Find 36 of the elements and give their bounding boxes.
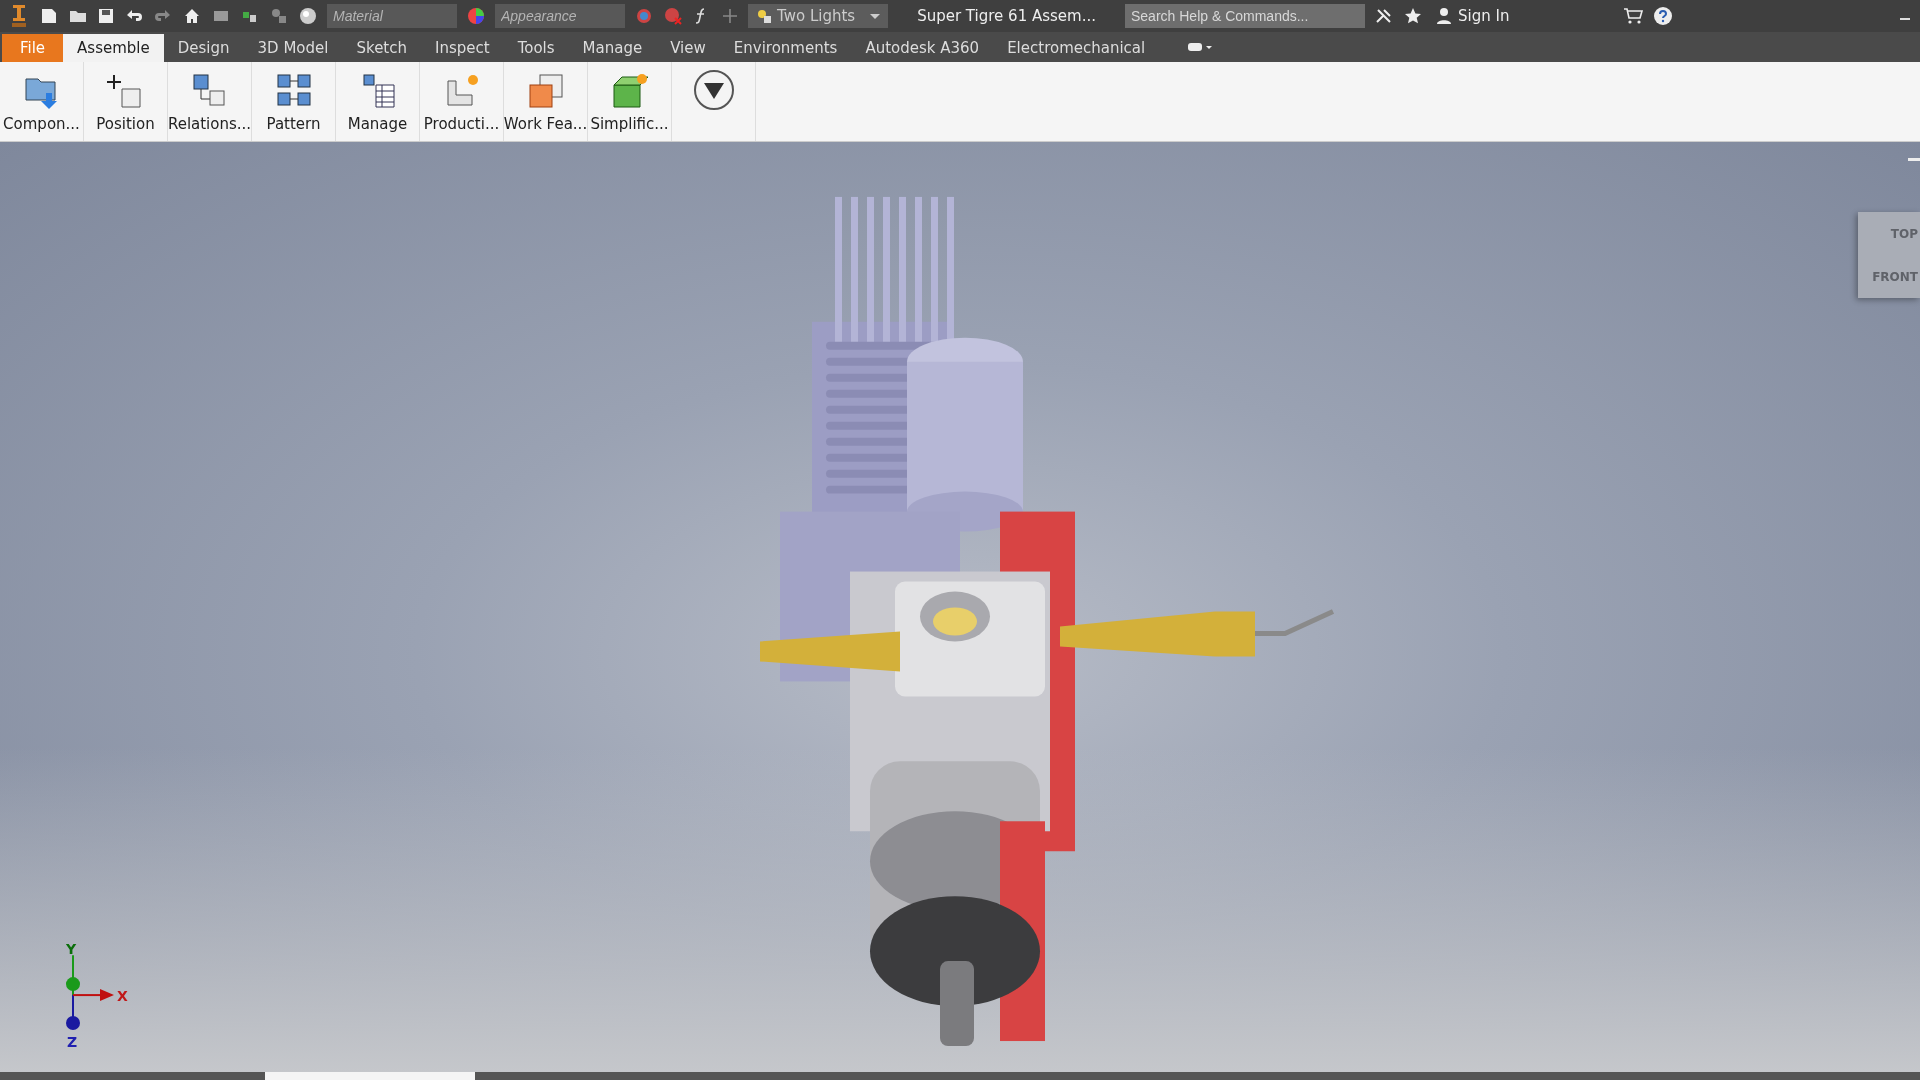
- user-icon: [1436, 7, 1452, 25]
- lights-icon: [756, 8, 772, 24]
- ribbon-tab[interactable]: Manage: [568, 34, 657, 62]
- new-file-icon[interactable]: [39, 7, 59, 25]
- y-axis-label: Y: [66, 942, 77, 956]
- help-icon[interactable]: [1653, 6, 1674, 26]
- lighting-dropdown[interactable]: Two Lights: [748, 4, 889, 28]
- z-axis-label: Z: [67, 1035, 78, 1049]
- color-clear-icon[interactable]: [663, 6, 683, 26]
- ribbon-tab[interactable]: View: [656, 34, 720, 62]
- ribbon-tab[interactable]: Environments: [719, 34, 852, 62]
- ribbon-tab[interactable]: Assemble: [63, 34, 164, 62]
- ribbon-button[interactable]: Simplific...: [588, 62, 672, 141]
- color-wheel-icon[interactable]: [466, 6, 486, 26]
- plus-icon[interactable]: [721, 7, 739, 25]
- ribbon-button[interactable]: Relations...: [168, 62, 252, 141]
- document-title: Super Tigre 61 Assem...: [917, 7, 1096, 25]
- ribbon-tab[interactable]: Tools: [503, 34, 569, 62]
- cart-icon[interactable]: [1622, 6, 1645, 26]
- x-axis-label: X: [117, 989, 128, 1003]
- ribbon-tab[interactable]: Sketch: [342, 34, 421, 62]
- color-adjust-icon[interactable]: [634, 6, 654, 26]
- shapes-icon[interactable]: [269, 7, 289, 25]
- ribbon-tab[interactable]: Electromechanical: [993, 34, 1160, 62]
- ribbon-button[interactable]: Work Fea...: [504, 62, 588, 141]
- sign-in-button[interactable]: Sign In: [1432, 7, 1514, 25]
- sphere-icon[interactable]: [298, 6, 318, 26]
- ribbon-tab[interactable]: Autodesk A360: [851, 34, 994, 62]
- star-icon[interactable]: [1403, 6, 1423, 26]
- ribbon-button[interactable]: Compon...: [0, 62, 84, 141]
- ribbon-tab[interactable]: Inspect: [421, 34, 504, 62]
- ribbon-tab[interactable]: Design: [163, 34, 244, 62]
- panel-toggle-icon[interactable]: [1187, 41, 1214, 53]
- ribbon-tab[interactable]: 3D Model: [243, 34, 343, 62]
- search-field[interactable]: Search Help & Commands...: [1125, 4, 1365, 28]
- save-icon[interactable]: [97, 7, 115, 25]
